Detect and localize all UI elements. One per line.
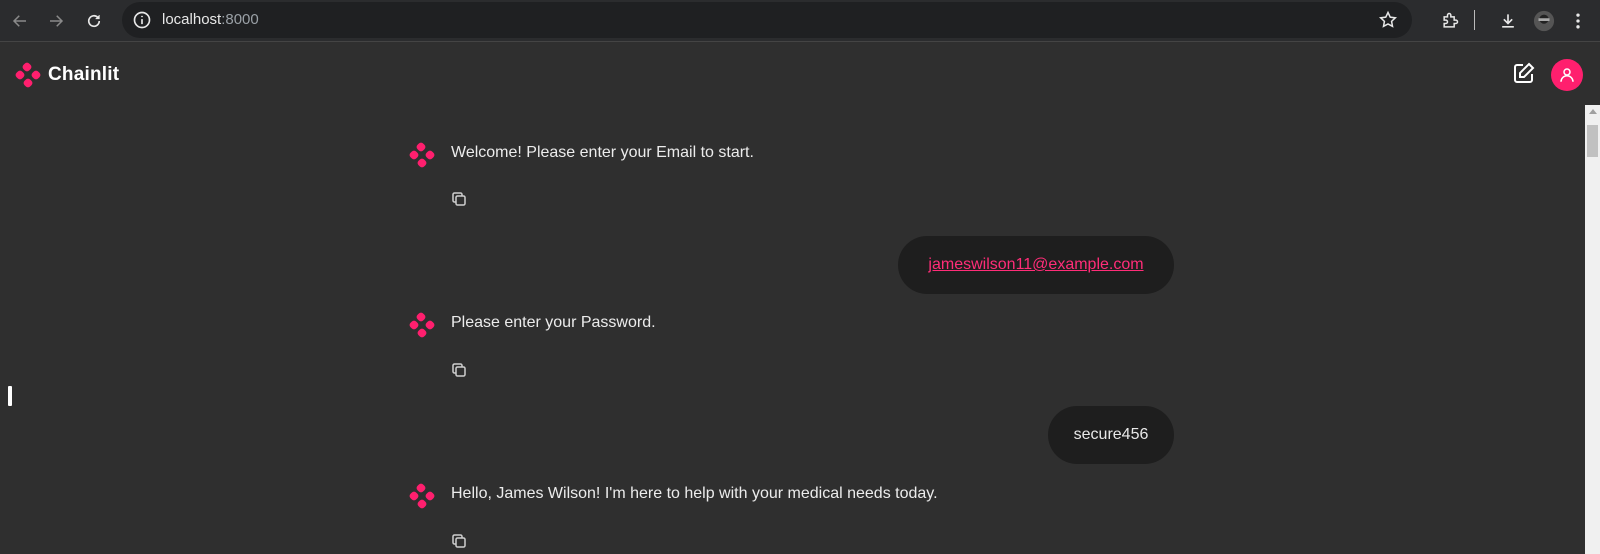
message-text: Please enter your Password.	[451, 314, 656, 331]
toolbar-divider	[1474, 10, 1475, 30]
info-icon[interactable]	[132, 10, 152, 30]
kebab-menu-icon	[1576, 13, 1580, 29]
address-bar[interactable]: localhost:8000	[122, 2, 1412, 38]
scroll-up-arrow[interactable]	[1589, 109, 1597, 114]
assistant-message: Hello, James Wilson! I'm here to help wi…	[408, 483, 938, 510]
puzzle-icon	[1443, 12, 1459, 28]
text-cursor	[8, 386, 12, 406]
new-chat-button[interactable]	[1512, 61, 1538, 87]
chainlit-logo-icon	[409, 312, 435, 338]
user-message: jameswilson11@example.com	[898, 236, 1174, 294]
url-port: :8000	[221, 11, 259, 28]
message-text: Welcome! Please enter your Email to star…	[451, 144, 754, 161]
edit-icon	[1514, 62, 1535, 83]
arrow-right-icon	[50, 15, 64, 27]
scrollbar[interactable]	[1585, 105, 1600, 554]
browser-menu-button[interactable]	[1566, 7, 1590, 35]
arrow-left-icon	[12, 15, 26, 27]
user-avatar-button[interactable]	[1551, 59, 1583, 91]
download-button[interactable]	[1494, 7, 1522, 35]
app-header: Chainlit	[0, 43, 1600, 105]
copy-icon[interactable]	[450, 190, 468, 208]
star-icon[interactable]	[1378, 10, 1398, 30]
email-link[interactable]: jameswilson11@example.com	[928, 256, 1143, 274]
profile-button[interactable]	[1530, 7, 1558, 35]
reload-button[interactable]	[80, 7, 108, 35]
scroll-thumb[interactable]	[1587, 125, 1598, 157]
profile-avatar-icon	[1533, 10, 1555, 32]
chainlit-logo-icon	[15, 62, 41, 88]
app-logo[interactable]: Chainlit	[14, 61, 119, 89]
chainlit-logo-icon	[409, 483, 435, 509]
copy-icon[interactable]	[450, 361, 468, 379]
reload-icon	[87, 14, 101, 28]
chainlit-logo-icon	[409, 142, 435, 168]
url-text: localhost:8000	[162, 11, 259, 28]
message-text: secure456	[1073, 426, 1149, 443]
assistant-message: Welcome! Please enter your Email to star…	[408, 142, 754, 169]
url-host: localhost	[162, 11, 222, 28]
message-text: Hello, James Wilson! I'm here to help wi…	[451, 485, 938, 502]
extensions-button[interactable]	[1436, 7, 1464, 35]
browser-toolbar: localhost:8000	[0, 0, 1600, 42]
forward-button[interactable]	[42, 7, 70, 35]
back-button[interactable]	[6, 7, 34, 35]
download-icon	[1502, 14, 1514, 28]
assistant-message: Please enter your Password.	[408, 312, 656, 339]
app-name: Chainlit	[48, 64, 120, 85]
user-message: secure456	[1048, 406, 1174, 464]
user-icon	[1560, 68, 1574, 82]
copy-icon[interactable]	[450, 532, 468, 550]
